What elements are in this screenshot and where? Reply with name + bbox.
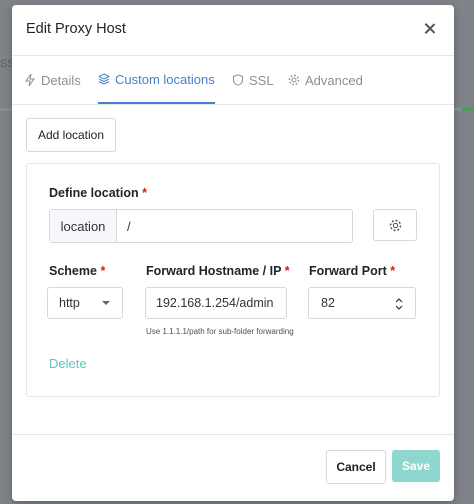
- required-mark: *: [284, 264, 290, 278]
- cancel-button[interactable]: Cancel: [326, 450, 386, 484]
- define-location-label: Define location *: [49, 186, 147, 200]
- required-mark: *: [100, 264, 106, 278]
- add-location-button[interactable]: Add location: [26, 118, 116, 152]
- bolt-icon: [25, 74, 35, 86]
- port-label: Forward Port *: [309, 264, 395, 278]
- save-button[interactable]: Save: [392, 450, 440, 482]
- hostname-label-text: Forward Hostname / IP: [146, 264, 282, 278]
- location-card: Define location * location / Scheme * Fo…: [26, 163, 440, 397]
- tab-custom-locations-label: Custom locations: [115, 71, 215, 87]
- backdrop-accent-line: [462, 108, 474, 111]
- hostname-label: Forward Hostname / IP *: [146, 264, 290, 278]
- modal-footer: Cancel Save: [12, 434, 454, 501]
- hostname-hint: Use 1.1.1.1/path for sub-folder forwardi…: [146, 327, 294, 336]
- number-spinner-icon[interactable]: [395, 297, 403, 311]
- scheme-value: http: [59, 296, 80, 310]
- gear-icon: [288, 74, 300, 86]
- tab-custom-locations[interactable]: Custom locations: [98, 56, 215, 104]
- edit-proxy-host-modal: Edit Proxy Host Details Custom locations…: [12, 5, 454, 501]
- forward-hostname-input[interactable]: 192.168.1.254/admin: [145, 287, 287, 319]
- location-prefix: location: [50, 210, 117, 242]
- tab-ssl-label: SSL: [249, 72, 274, 88]
- tab-ssl[interactable]: SSL: [232, 56, 274, 104]
- close-icon[interactable]: [420, 19, 440, 39]
- port-value: 82: [321, 296, 335, 310]
- location-input-group: location /: [49, 209, 353, 243]
- tab-details-label: Details: [41, 72, 81, 88]
- modal-title: Edit Proxy Host: [26, 21, 126, 37]
- delete-location-link[interactable]: Delete: [49, 356, 87, 371]
- port-label-text: Forward Port: [309, 264, 387, 278]
- layers-icon: [98, 73, 110, 85]
- scheme-select[interactable]: http: [47, 287, 123, 319]
- chevron-down-icon: [102, 301, 110, 305]
- required-mark: *: [390, 264, 396, 278]
- tab-advanced-label: Advanced: [305, 72, 363, 88]
- shield-icon: [233, 74, 243, 86]
- hostname-value: 192.168.1.254/admin: [156, 296, 274, 310]
- scheme-label: Scheme *: [49, 264, 105, 278]
- gear-icon: [389, 219, 401, 231]
- location-path-input[interactable]: /: [117, 210, 352, 242]
- scheme-label-text: Scheme: [49, 264, 97, 278]
- modal-header: Edit Proxy Host: [12, 5, 454, 56]
- modal-tabs: Details Custom locations SSL Advanced: [12, 56, 454, 105]
- location-settings-button[interactable]: [373, 209, 417, 241]
- forward-port-input[interactable]: 82: [308, 287, 416, 319]
- required-mark: *: [142, 186, 147, 200]
- tab-advanced[interactable]: Advanced: [288, 56, 363, 104]
- tab-details[interactable]: Details: [24, 56, 81, 104]
- define-location-text: Define location: [49, 186, 139, 200]
